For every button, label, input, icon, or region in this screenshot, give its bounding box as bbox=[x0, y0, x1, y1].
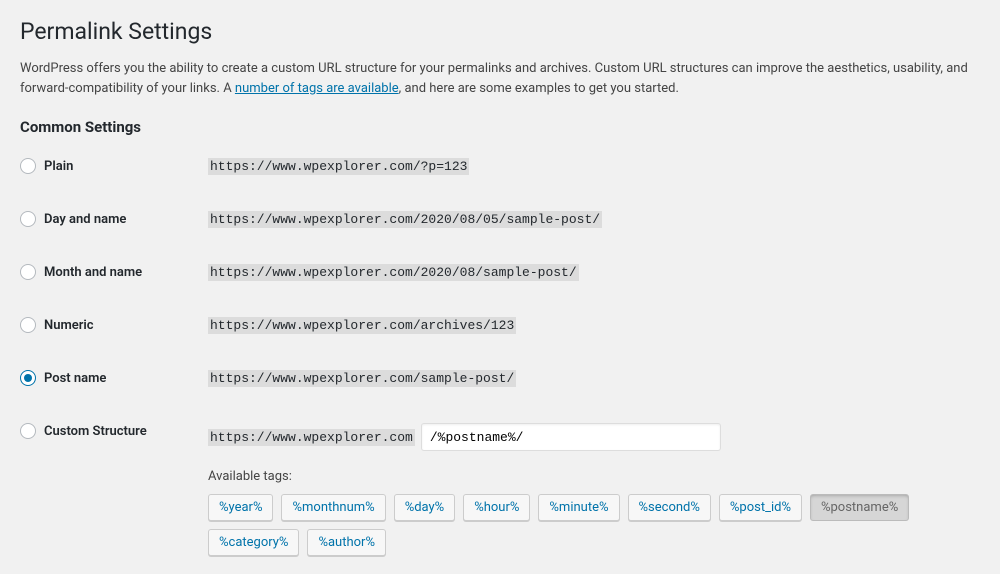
option-month-name[interactable]: Month and name bbox=[20, 264, 208, 280]
available-tags-label: Available tags: bbox=[208, 469, 980, 484]
description-text-post: , and here are some examples to get you … bbox=[399, 81, 679, 96]
option-day-name[interactable]: Day and name bbox=[20, 211, 208, 227]
page-title: Permalink Settings bbox=[20, 18, 980, 45]
label-month-name: Month and name bbox=[44, 265, 142, 280]
tag-year[interactable]: %year% bbox=[208, 494, 273, 521]
label-post-name: Post name bbox=[44, 371, 106, 386]
example-plain: https://www.wpexplorer.com/?p=123 bbox=[208, 158, 469, 175]
tag-postname[interactable]: %postname% bbox=[810, 494, 909, 521]
example-day-name: https://www.wpexplorer.com/2020/08/05/sa… bbox=[208, 211, 602, 228]
tag-minute[interactable]: %minute% bbox=[538, 494, 619, 521]
label-custom: Custom Structure bbox=[44, 424, 147, 439]
option-plain[interactable]: Plain bbox=[20, 158, 208, 174]
tag-hour[interactable]: %hour% bbox=[463, 494, 530, 521]
label-day-name: Day and name bbox=[44, 212, 126, 227]
custom-base-url: https://www.wpexplorer.com bbox=[208, 429, 415, 446]
tags-available-link[interactable]: number of tags are available bbox=[235, 81, 399, 96]
option-post-name[interactable]: Post name bbox=[20, 370, 208, 386]
example-post-name: https://www.wpexplorer.com/sample-post/ bbox=[208, 370, 516, 387]
radio-month-name[interactable] bbox=[20, 264, 36, 280]
radio-numeric[interactable] bbox=[20, 317, 36, 333]
available-tags-row: %year% %monthnum% %day% %hour% %minute% … bbox=[208, 494, 980, 556]
section-heading-common: Common Settings bbox=[20, 118, 980, 136]
tag-post-id[interactable]: %post_id% bbox=[719, 494, 802, 521]
radio-plain[interactable] bbox=[20, 158, 36, 174]
label-numeric: Numeric bbox=[44, 318, 94, 333]
option-custom[interactable]: Custom Structure bbox=[20, 423, 208, 439]
example-month-name: https://www.wpexplorer.com/2020/08/sampl… bbox=[208, 264, 579, 281]
tag-day[interactable]: %day% bbox=[394, 494, 456, 521]
tag-monthnum[interactable]: %monthnum% bbox=[281, 494, 385, 521]
option-numeric[interactable]: Numeric bbox=[20, 317, 208, 333]
page-description: WordPress offers you the ability to crea… bbox=[20, 59, 980, 98]
custom-structure-input[interactable] bbox=[421, 423, 721, 451]
radio-custom[interactable] bbox=[20, 423, 36, 439]
radio-day-name[interactable] bbox=[20, 211, 36, 227]
tag-author[interactable]: %author% bbox=[307, 529, 386, 556]
tag-second[interactable]: %second% bbox=[628, 494, 711, 521]
label-plain: Plain bbox=[44, 159, 73, 174]
tag-category[interactable]: %category% bbox=[208, 529, 299, 556]
example-numeric: https://www.wpexplorer.com/archives/123 bbox=[208, 317, 516, 334]
radio-post-name[interactable] bbox=[20, 370, 36, 386]
